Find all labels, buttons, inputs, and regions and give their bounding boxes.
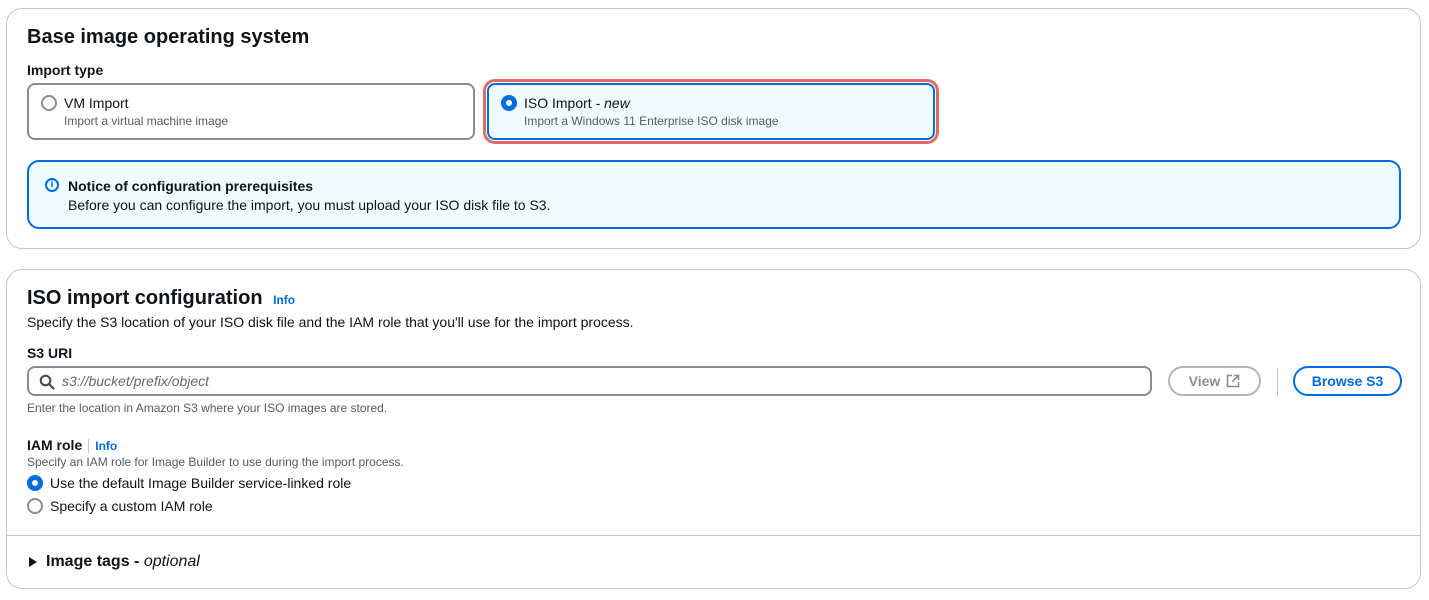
s3-uri-input[interactable]: [62, 371, 1142, 391]
vm-import-radio[interactable]: [41, 95, 57, 111]
import-type-label: Import type: [27, 62, 104, 78]
view-button[interactable]: View: [1168, 366, 1261, 396]
notice-title: Notice of configuration prerequisites: [68, 178, 314, 194]
iam-role-description: Specify an IAM role for Image Builder to…: [27, 455, 404, 469]
external-link-icon: [1227, 374, 1240, 388]
iso-config-section: ISO import configuration Info Specify th…: [6, 269, 1421, 589]
custom-role-label: Specify a custom IAM role: [50, 498, 213, 514]
caret-right-icon: [29, 557, 37, 567]
iam-role-label: IAM role Info: [27, 437, 118, 454]
vm-import-tile[interactable]: VM Import Import a virtual machine image: [27, 83, 475, 140]
iso-import-title: ISO Import - new: [524, 95, 630, 111]
default-role-radio[interactable]: [27, 475, 43, 491]
s3-uri-label: S3 URI: [27, 345, 73, 361]
iso-import-description: Import a Windows 11 Enterprise ISO disk …: [524, 114, 779, 128]
info-icon: i: [45, 178, 59, 192]
iso-config-title: ISO import configuration Info: [27, 287, 296, 309]
s3-uri-hint: Enter the location in Amazon S3 where yo…: [27, 401, 388, 415]
notice-text: Before you can configure the import, you…: [68, 197, 551, 213]
vm-import-description: Import a virtual machine image: [64, 114, 229, 128]
iso-import-radio[interactable]: [501, 95, 517, 111]
image-tags-label: Image tags - optional: [46, 553, 200, 570]
label-separator: [88, 439, 90, 454]
vm-import-title: VM Import: [64, 95, 129, 111]
base-image-section: Base image operating system Import type …: [6, 8, 1421, 249]
iam-role-info-link[interactable]: Info: [95, 439, 117, 453]
iso-config-description: Specify the S3 location of your ISO disk…: [27, 314, 634, 330]
button-divider: [1277, 368, 1278, 396]
iso-config-info-link[interactable]: Info: [273, 293, 295, 307]
section-divider: [7, 535, 1420, 536]
image-tags-expander[interactable]: Image tags - optional: [29, 553, 200, 571]
section-title: Base image operating system: [27, 26, 310, 48]
search-icon: [39, 374, 55, 390]
custom-role-radio[interactable]: [27, 498, 43, 514]
s3-uri-field[interactable]: [27, 366, 1152, 396]
browse-s3-button[interactable]: Browse S3: [1293, 366, 1402, 396]
prerequisites-notice: i Notice of configuration prerequisites …: [27, 160, 1401, 229]
view-button-label: View: [1188, 373, 1221, 389]
default-role-label: Use the default Image Builder service-li…: [50, 475, 352, 491]
iso-import-tile[interactable]: ISO Import - new Import a Windows 11 Ent…: [483, 79, 939, 144]
